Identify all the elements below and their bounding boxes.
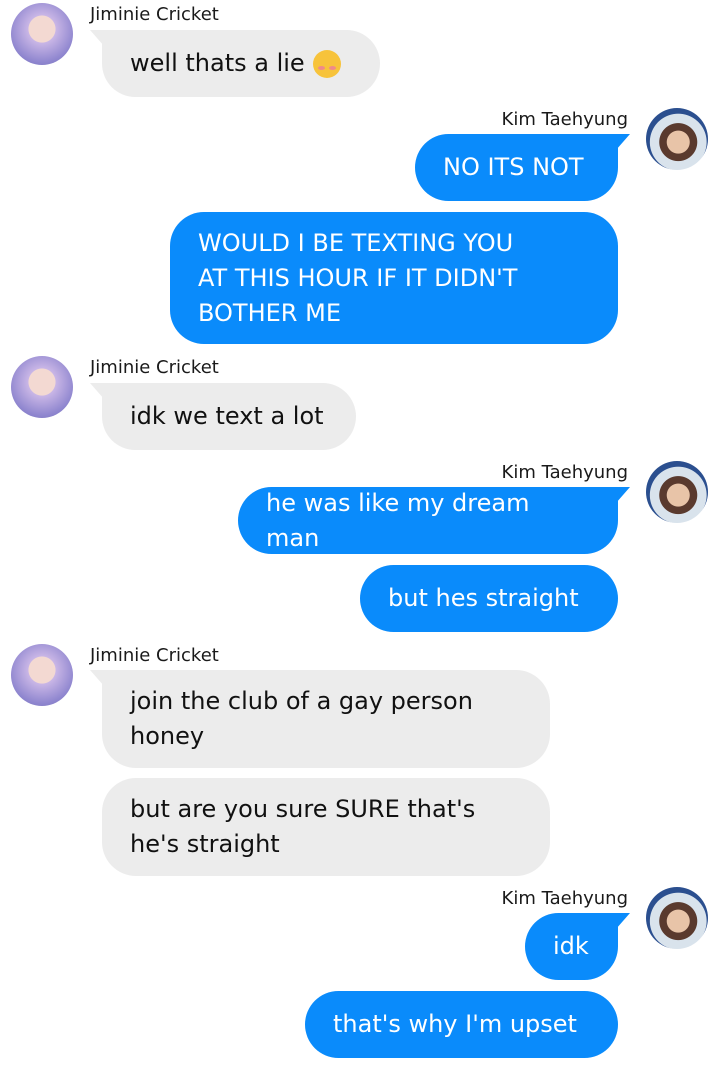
kissing-face-emoji-icon (312, 49, 341, 78)
message-bubble-incoming[interactable]: but are you sure SURE that's he's straig… (102, 778, 550, 876)
message-bubble-outgoing[interactable]: he was like my dream man (238, 487, 618, 554)
avatar-jiminie-cricket[interactable] (11, 644, 73, 706)
avatar-kim-taehyung[interactable] (646, 461, 708, 523)
message-bubble-outgoing[interactable]: WOULD I BE TEXTING YOU AT THIS HOUR IF I… (170, 212, 618, 344)
avatar-jiminie-cricket[interactable] (11, 356, 73, 418)
sender-name-jiminie: Jiminie Cricket (90, 357, 219, 378)
avatar-kim-taehyung[interactable] (646, 887, 708, 949)
sender-name-jiminie: Jiminie Cricket (90, 4, 219, 25)
sender-name-taehyung: Kim Taehyung (501, 462, 628, 483)
message-bubble-outgoing[interactable]: idk (525, 913, 618, 980)
message-bubble-incoming[interactable]: well thats a lie (102, 30, 380, 97)
message-text: well thats a lie (130, 49, 305, 77)
sender-name-taehyung: Kim Taehyung (501, 888, 628, 909)
bubble-tail (616, 487, 630, 503)
sender-name-jiminie: Jiminie Cricket (90, 645, 219, 666)
sender-name-taehyung: Kim Taehyung (501, 109, 628, 130)
message-bubble-outgoing[interactable]: but hes straight (360, 565, 618, 632)
message-bubble-incoming[interactable]: idk we text a lot (102, 383, 356, 450)
message-bubble-outgoing[interactable]: NO ITS NOT (415, 134, 618, 201)
bubble-tail (616, 134, 630, 150)
avatar-jiminie-cricket[interactable] (11, 3, 73, 65)
avatar-kim-taehyung[interactable] (646, 108, 708, 170)
message-bubble-incoming[interactable]: join the club of a gay person honey (102, 670, 550, 768)
message-bubble-outgoing[interactable]: that's why I'm upset (305, 991, 618, 1058)
bubble-tail (616, 913, 630, 929)
